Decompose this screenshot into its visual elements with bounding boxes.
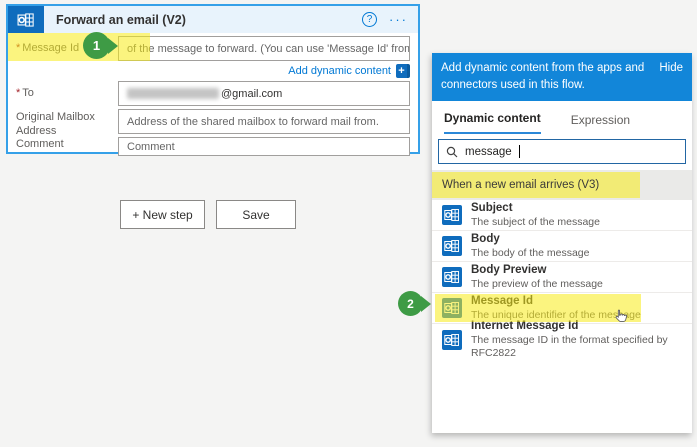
panel-header: Add dynamic content from the apps and co…	[432, 53, 692, 102]
item-title: Subject	[471, 202, 513, 215]
item-title: Message Id	[471, 295, 533, 308]
save-button[interactable]: Save	[216, 200, 296, 229]
list-item-subject[interactable]: Subject The subject of the message	[432, 200, 692, 232]
item-desc: The preview of the message	[471, 277, 603, 290]
search-input[interactable]: message	[438, 139, 686, 165]
to-input[interactable]: @gmail.com	[118, 81, 410, 106]
step-badge-1: 1	[83, 32, 110, 59]
item-title: Body	[471, 233, 500, 246]
to-row: * To @gmail.com	[16, 81, 410, 106]
comment-label: Comment	[16, 138, 64, 150]
required-asterisk: *	[16, 87, 21, 99]
list-item-internet-message-id[interactable]: Internet Message Id The message ID in th…	[432, 320, 692, 359]
item-desc: The subject of the message	[471, 215, 600, 228]
list-item-body[interactable]: Body The body of the message	[432, 231, 692, 263]
panel-tabs: Dynamic content Expression	[432, 101, 692, 135]
hide-button[interactable]: Hide	[659, 60, 683, 93]
more-menu-icon[interactable]: ···	[389, 13, 408, 26]
action-card-title: Forward an email (V2)	[56, 12, 186, 27]
item-title: Body Preview	[471, 264, 547, 277]
search-icon	[446, 146, 458, 158]
text-caret	[518, 145, 520, 159]
comment-input[interactable]: Comment	[118, 137, 410, 156]
outlook-item-icon	[442, 236, 462, 256]
outlook-item-icon	[442, 267, 462, 287]
trigger-section-header: When a new email arrives (V3)	[432, 170, 692, 201]
power-automate-designer: Forward an email (V2) ? ··· * Message Id …	[0, 0, 697, 447]
message-id-row: * Message Id of the message to forward. (…	[16, 36, 410, 61]
outlook-item-icon	[442, 205, 462, 225]
search-area: message	[432, 134, 692, 171]
search-value: message	[465, 145, 512, 158]
item-desc: The message ID in the format specified b…	[471, 334, 668, 359]
dynamic-content-panel: Add dynamic content from the apps and co…	[432, 53, 692, 433]
dynamic-content-list: Subject The subject of the message Body …	[432, 200, 692, 359]
to-label: * To	[16, 87, 34, 99]
help-icon[interactable]: ?	[362, 12, 377, 27]
action-card-header[interactable]: Forward an email (V2) ? ···	[8, 6, 418, 33]
tab-dynamic-content[interactable]: Dynamic content	[444, 111, 541, 135]
item-title: Internet Message Id	[471, 320, 579, 333]
forward-email-action-card: Forward an email (V2) ? ··· * Message Id …	[6, 4, 420, 156]
panel-header-text: Add dynamic content from the apps and co…	[441, 62, 645, 91]
step-badge-2: 2	[398, 291, 423, 316]
add-dynamic-content-link[interactable]: Add dynamic content +	[288, 64, 410, 78]
list-item-body-preview[interactable]: Body Preview The preview of the message	[432, 262, 692, 294]
tab-expression[interactable]: Expression	[571, 113, 630, 134]
original-mailbox-input[interactable]: Address of the shared mailbox to forward…	[118, 109, 410, 134]
hand-cursor-icon	[615, 309, 628, 322]
dynamic-content-icon: +	[396, 64, 410, 78]
comment-row: Comment Comment	[16, 132, 410, 156]
item-desc: The body of the message	[471, 246, 590, 259]
required-asterisk: *	[16, 42, 21, 54]
outlook-item-icon	[442, 298, 462, 318]
outlook-item-icon	[442, 330, 462, 350]
outlook-connector-icon	[8, 6, 44, 33]
redacted-email	[127, 88, 219, 99]
message-id-input[interactable]: of the message to forward. (You can use …	[118, 36, 410, 61]
new-step-button[interactable]: + New step	[120, 200, 205, 229]
